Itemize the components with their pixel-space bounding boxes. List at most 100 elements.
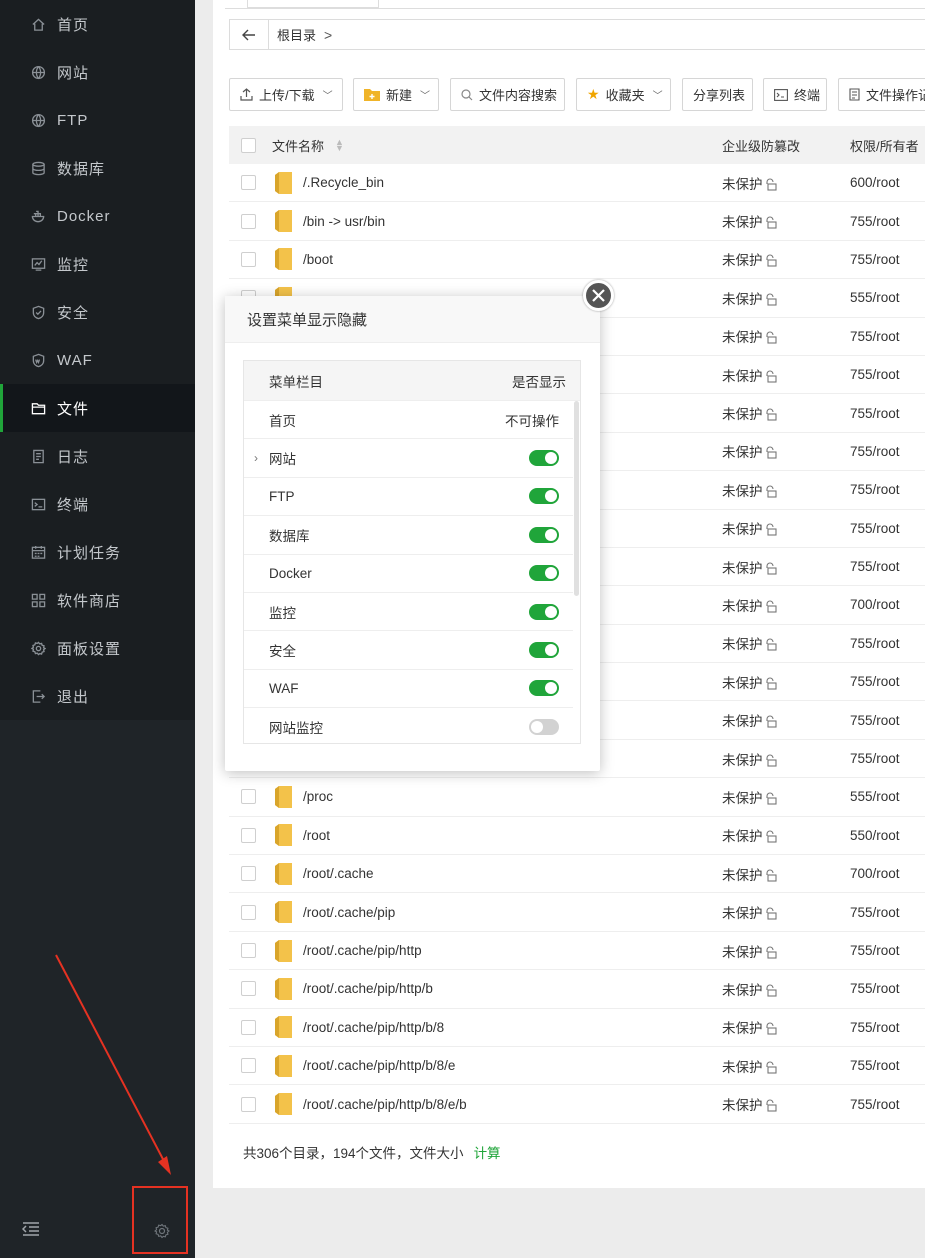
protect-status[interactable]: 未保护 xyxy=(722,1056,777,1076)
protect-status[interactable]: 未保护 xyxy=(722,979,777,999)
table-row[interactable]: /root/.cache/pip/http/b/8/e/b 未保护 755/root xyxy=(229,1085,925,1124)
protect-status[interactable]: 未保护 xyxy=(722,1094,777,1114)
protect-status[interactable]: 未保护 xyxy=(722,710,777,730)
table-row[interactable]: /root/.cache/pip/http 未保护 755/root xyxy=(229,932,925,971)
sidebar-item[interactable]: Docker xyxy=(0,192,195,240)
permission-owner[interactable]: 755/root xyxy=(850,252,900,267)
permission-owner[interactable]: 755/root xyxy=(850,367,900,382)
visibility-toggle[interactable] xyxy=(529,642,559,659)
table-row[interactable]: /proc 未保护 555/root xyxy=(229,778,925,817)
row-checkbox[interactable] xyxy=(241,251,256,267)
file-name[interactable]: /proc xyxy=(303,789,333,804)
permission-owner[interactable]: 700/root xyxy=(850,866,900,881)
visibility-toggle[interactable] xyxy=(529,488,559,505)
row-checkbox[interactable] xyxy=(241,175,256,191)
permission-owner[interactable]: 550/root xyxy=(850,828,900,843)
table-row[interactable]: /root/.cache 未保护 700/root xyxy=(229,855,925,894)
permission-owner[interactable]: 555/root xyxy=(850,789,900,804)
protect-status[interactable]: 未保护 xyxy=(722,557,777,577)
row-checkbox[interactable] xyxy=(241,1019,256,1035)
protect-status[interactable]: 未保护 xyxy=(722,441,777,461)
protect-status[interactable]: 未保护 xyxy=(722,480,777,500)
file-name[interactable]: /root/.cache/pip xyxy=(303,905,395,920)
table-row[interactable]: /.Recycle_bin 未保护 600/root xyxy=(229,164,925,203)
file-name[interactable]: /boot xyxy=(303,252,333,267)
permission-owner[interactable]: 755/root xyxy=(850,674,900,689)
sidebar-item[interactable]: 数据库 xyxy=(0,144,195,192)
file-name[interactable]: /root/.cache/pip/http/b/8/e xyxy=(303,1058,455,1073)
table-row[interactable]: /root/.cache/pip 未保护 755/root xyxy=(229,893,925,932)
visibility-toggle[interactable] xyxy=(529,526,559,543)
sidebar-item[interactable]: 退出 xyxy=(0,672,195,720)
sidebar-item[interactable]: 首页 xyxy=(0,0,195,48)
calculate-link[interactable]: 计算 xyxy=(474,1146,501,1161)
close-button[interactable] xyxy=(583,280,614,311)
table-row[interactable]: /root/.cache/pip/http/b 未保护 755/root xyxy=(229,970,925,1009)
permission-owner[interactable]: 755/root xyxy=(850,482,900,497)
protect-status[interactable]: 未保护 xyxy=(722,864,777,884)
protect-status[interactable]: 未保护 xyxy=(722,403,777,423)
protect-status[interactable]: 未保护 xyxy=(722,173,777,193)
permission-owner[interactable]: 755/root xyxy=(850,406,900,421)
file-name[interactable]: /root xyxy=(303,828,330,843)
sidebar-item[interactable]: 网站 xyxy=(0,48,195,96)
permission-owner[interactable]: 755/root xyxy=(850,214,900,229)
file-name[interactable]: /.Recycle_bin xyxy=(303,175,384,190)
table-row[interactable]: /bin -> usr/bin 未保护 755/root xyxy=(229,202,925,241)
row-checkbox[interactable] xyxy=(241,1096,256,1112)
file-name[interactable]: /bin -> usr/bin xyxy=(303,214,385,229)
table-row[interactable]: /boot 未保护 755/root xyxy=(229,241,925,280)
permission-owner[interactable]: 755/root xyxy=(850,521,900,536)
new-button[interactable]: 新建 ﹀ xyxy=(353,78,439,111)
visibility-toggle[interactable] xyxy=(529,450,559,467)
permission-owner[interactable]: 755/root xyxy=(850,1058,900,1073)
protect-status[interactable]: 未保护 xyxy=(722,825,777,845)
protect-status[interactable]: 未保护 xyxy=(722,595,777,615)
collapse-menu-icon[interactable] xyxy=(22,1222,40,1236)
protect-status[interactable]: 未保护 xyxy=(722,326,777,346)
row-checkbox[interactable] xyxy=(241,866,256,882)
protect-status[interactable]: 未保护 xyxy=(722,365,777,385)
protect-status[interactable]: 未保护 xyxy=(722,941,777,961)
permission-owner[interactable]: 755/root xyxy=(850,1020,900,1035)
protect-status[interactable]: 未保护 xyxy=(722,211,777,231)
protect-status[interactable]: 未保护 xyxy=(722,1017,777,1037)
path-bar[interactable]: 根目录 > xyxy=(229,19,925,50)
permission-owner[interactable]: 755/root xyxy=(850,713,900,728)
permission-owner[interactable]: 755/root xyxy=(850,751,900,766)
protect-status[interactable]: 未保护 xyxy=(722,288,777,308)
file-name[interactable]: /root/.cache/pip/http/b/8/e/b xyxy=(303,1097,467,1112)
file-name[interactable]: /root/.cache/pip/http/b xyxy=(303,981,433,996)
sidebar-item[interactable]: 软件商店 xyxy=(0,576,195,624)
sidebar-item[interactable]: 面板设置 xyxy=(0,624,195,672)
permission-owner[interactable]: 755/root xyxy=(850,943,900,958)
sort-icon[interactable]: ▲ ▼ xyxy=(335,138,344,153)
visibility-toggle[interactable] xyxy=(529,718,559,735)
sidebar-item[interactable]: FTP xyxy=(0,96,195,144)
sidebar-item[interactable]: 安全 xyxy=(0,288,195,336)
share-list-button[interactable]: 分享列表 xyxy=(682,78,753,111)
sidebar-item[interactable]: WAF xyxy=(0,336,195,384)
row-checkbox[interactable] xyxy=(241,213,256,229)
file-name[interactable]: /root/.cache/pip/http xyxy=(303,943,422,958)
permission-owner[interactable]: 755/root xyxy=(850,329,900,344)
sidebar-item[interactable]: 终端 xyxy=(0,480,195,528)
upload-download-button[interactable]: 上传/下载 ﹀ xyxy=(229,78,343,111)
protect-status[interactable]: 未保护 xyxy=(722,672,777,692)
table-row[interactable]: /root 未保护 550/root xyxy=(229,817,925,856)
permission-owner[interactable]: 755/root xyxy=(850,1097,900,1112)
sidebar-item[interactable]: 日志 xyxy=(0,432,195,480)
row-checkbox[interactable] xyxy=(241,981,256,997)
protect-status[interactable]: 未保护 xyxy=(722,633,777,653)
permission-owner[interactable]: 755/root xyxy=(850,981,900,996)
content-search-button[interactable]: 文件内容搜索 xyxy=(450,78,565,111)
protect-status[interactable]: 未保护 xyxy=(722,518,777,538)
chevron-right-icon[interactable]: › xyxy=(254,451,258,465)
file-name[interactable]: /root/.cache xyxy=(303,866,374,881)
permission-owner[interactable]: 755/root xyxy=(850,636,900,651)
permission-owner[interactable]: 755/root xyxy=(850,559,900,574)
select-all-checkbox[interactable] xyxy=(241,137,256,153)
visibility-toggle[interactable] xyxy=(529,565,559,582)
tab[interactable] xyxy=(247,0,379,8)
row-checkbox[interactable] xyxy=(241,827,256,843)
